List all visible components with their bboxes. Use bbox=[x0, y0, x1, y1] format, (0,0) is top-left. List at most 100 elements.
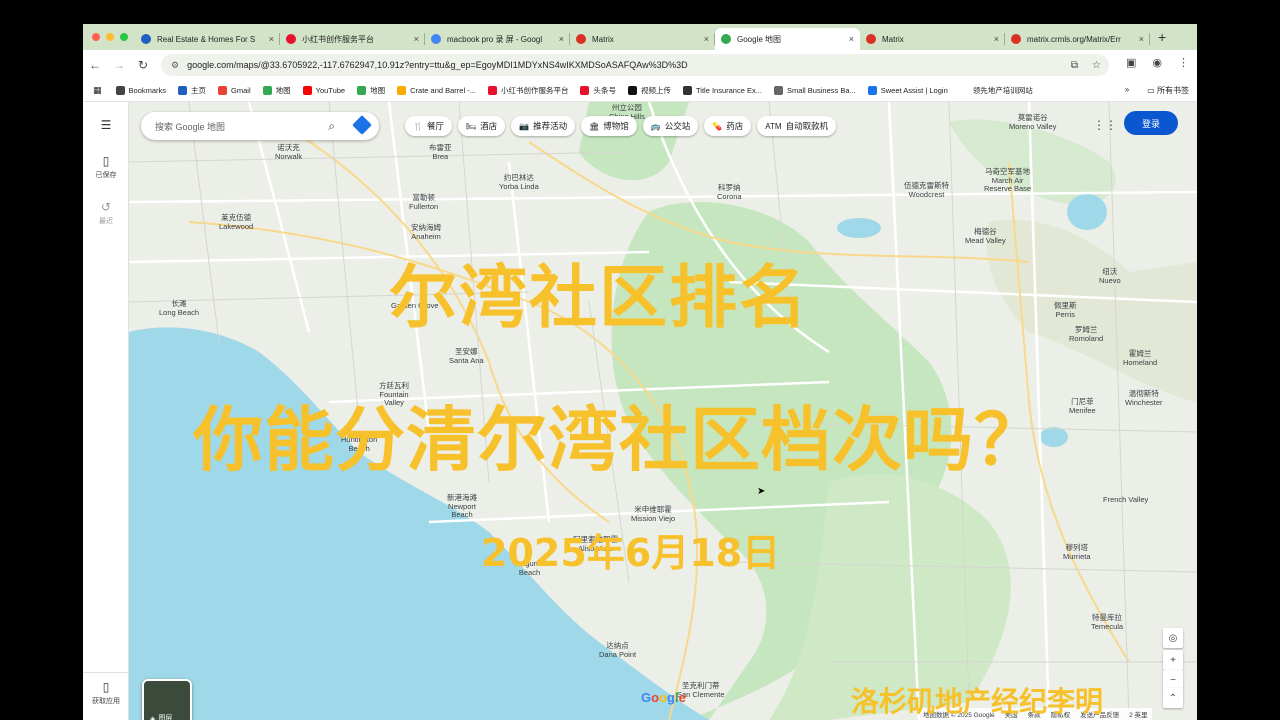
close-tab-icon[interactable]: × bbox=[559, 34, 564, 44]
minimize-window-icon[interactable] bbox=[106, 33, 114, 41]
zoom-out-button[interactable]: − bbox=[1163, 670, 1183, 690]
map-place-label[interactable]: 罗姆兰 Romoland bbox=[1069, 325, 1103, 343]
map-place-label[interactable]: 达纳点 Dana Point bbox=[599, 641, 636, 659]
bookmark-item[interactable]: YouTube bbox=[302, 85, 346, 96]
get-app-button[interactable]: ▯ 获取应用 bbox=[83, 680, 129, 706]
tab-0[interactable]: Real Estate & Homes For S × bbox=[135, 28, 280, 50]
map-place-label[interactable]: 马奇空军基地 March Air Reserve Base bbox=[984, 167, 1031, 194]
bookmark-item[interactable]: Small Business Ba... bbox=[773, 85, 856, 96]
map-canvas[interactable]: 州立公园 Chino Hills莫雷诺谷 Moreno Valley诺沃克 No… bbox=[129, 102, 1197, 720]
close-tab-icon[interactable]: × bbox=[1139, 34, 1144, 44]
chip-5[interactable]: 💊 药店 bbox=[704, 116, 752, 136]
zoom-window-icon[interactable] bbox=[120, 33, 128, 41]
google-apps-icon[interactable]: ⋮⋮ bbox=[1093, 118, 1117, 132]
install-app-icon[interactable]: ⧉ bbox=[1071, 60, 1078, 71]
search-icon[interactable]: ⌕ bbox=[328, 119, 335, 134]
all-bookmarks-folder[interactable]: ▭ 所有书签 bbox=[1147, 85, 1189, 96]
map-place-label[interactable]: 富勒顿 Fullerton bbox=[409, 193, 438, 211]
bookmark-star-icon[interactable]: ☆ bbox=[1092, 60, 1101, 71]
forward-arrow-icon[interactable]: → bbox=[107, 58, 131, 72]
bookmark-item[interactable]: 头条号 bbox=[580, 85, 616, 96]
map-place-label[interactable]: 门尼菲 Menifee bbox=[1069, 397, 1096, 415]
map-place-label[interactable]: 安纳海姆 Anaheim bbox=[411, 223, 441, 241]
map-place-label[interactable]: 布雷亚 Brea bbox=[429, 143, 452, 161]
tab-1[interactable]: 小红书创作服务平台 × bbox=[280, 28, 425, 50]
map-place-label[interactable]: 科罗纳 Corona bbox=[717, 183, 742, 201]
map-place-label[interactable]: 诺沃克 Norwalk bbox=[275, 143, 302, 161]
map-place-label[interactable]: French Valley bbox=[1103, 495, 1148, 505]
tab-title: matrix.crmls.org/Matrix/Err bbox=[1027, 34, 1121, 44]
footer-item[interactable]: 2 英里 bbox=[1129, 709, 1147, 719]
saved-button[interactable]: ▯ 已保存 bbox=[83, 154, 129, 180]
close-window-icon[interactable] bbox=[92, 33, 100, 41]
my-location-icon[interactable]: ◎ bbox=[1163, 628, 1183, 648]
bookmark-item[interactable]: 小红书创作服务平台 bbox=[487, 85, 568, 96]
chip-icon: 💊 bbox=[712, 121, 723, 131]
map-place-label[interactable]: 米申维耶霍 Mission Viejo bbox=[631, 505, 675, 523]
bookmark-item[interactable]: 地图 bbox=[262, 85, 291, 96]
zoom-in-button[interactable]: + bbox=[1163, 650, 1183, 670]
map-place-label[interactable]: 特曼库拉 Temecula bbox=[1091, 613, 1123, 631]
map-place-label[interactable]: 霍姆兰 Homeland bbox=[1123, 349, 1157, 367]
map-place-label[interactable]: 佩里斯 Perris bbox=[1054, 301, 1077, 319]
close-tab-icon[interactable]: × bbox=[414, 34, 419, 44]
tab-2[interactable]: macbook pro 录 屏 - Googl × bbox=[425, 28, 570, 50]
map-place-label[interactable]: 温彻斯特 Winchester bbox=[1125, 389, 1163, 407]
directions-icon[interactable] bbox=[352, 115, 372, 135]
map-place-label[interactable]: 穆列塔 Murrieta bbox=[1063, 543, 1091, 561]
tab-4[interactable]: Google 地图 × bbox=[715, 28, 860, 50]
expand-chevron-icon[interactable]: ⌃ bbox=[1163, 688, 1183, 708]
chip-1[interactable]: 🛏 酒店 bbox=[457, 116, 506, 136]
bookmark-item[interactable]: Gmail bbox=[218, 85, 251, 96]
map-place-label[interactable]: 圣安娜 Santa Ana bbox=[449, 347, 484, 365]
close-tab-icon[interactable]: × bbox=[704, 34, 709, 44]
menu-kebab-icon[interactable]: ⋮ bbox=[1178, 56, 1189, 69]
map-place-label[interactable]: 伍德克雷斯特 Woodcrest bbox=[904, 181, 949, 199]
close-tab-icon[interactable]: × bbox=[994, 34, 999, 44]
map-place-label[interactable]: 纽沃 Nuevo bbox=[1099, 267, 1121, 285]
map-place-label[interactable]: 莱克伍德 Lakewood bbox=[219, 213, 253, 231]
new-tab-button[interactable]: + bbox=[1158, 29, 1166, 45]
window-controls bbox=[83, 33, 135, 41]
tab-3[interactable]: Matrix × bbox=[570, 28, 715, 50]
map-place-label[interactable]: 新港海滩 Newport Beach bbox=[447, 493, 477, 520]
recent-button[interactable]: ↺ 最近 bbox=[83, 200, 129, 226]
search-input[interactable]: 搜索 Google 地图 ⌕ bbox=[141, 112, 379, 140]
bookmark-item[interactable]: 领先地产培训网站 bbox=[959, 85, 1033, 96]
reload-icon[interactable]: ↻ bbox=[131, 58, 155, 72]
extension-icon[interactable]: ▣ bbox=[1126, 56, 1136, 69]
profile-icon[interactable]: ◉ bbox=[1152, 56, 1162, 69]
bookmark-favicon-icon bbox=[218, 86, 228, 95]
tab-6[interactable]: matrix.crmls.org/Matrix/Err × bbox=[1005, 28, 1150, 50]
address-bar[interactable]: ⚙ google.com/maps/@33.6705922,-117.67629… bbox=[161, 54, 1109, 76]
back-arrow-icon[interactable]: ← bbox=[83, 58, 107, 72]
bookmark-label: YouTube bbox=[315, 86, 346, 95]
chip-0[interactable]: 🍴 餐厅 bbox=[405, 116, 452, 136]
bookmark-item[interactable]: Bookmarks bbox=[115, 85, 166, 96]
signin-button[interactable]: 登录 bbox=[1124, 111, 1178, 135]
map-place-label[interactable]: 长滩 Long Beach bbox=[159, 299, 199, 317]
map-place-label[interactable]: 莫雷诺谷 Moreno Valley bbox=[1009, 113, 1056, 131]
bookmark-item[interactable]: Sweet Assist | Login bbox=[867, 85, 948, 96]
close-tab-icon[interactable]: × bbox=[269, 34, 274, 44]
close-tab-icon[interactable]: × bbox=[849, 34, 854, 44]
chip-3[interactable]: 🏛 博物馆 bbox=[581, 116, 637, 136]
bookmark-item[interactable]: Title Insurance Ex... bbox=[682, 85, 762, 96]
bookmark-item[interactable]: 视频上传 bbox=[627, 85, 671, 96]
get-app-label: 获取应用 bbox=[92, 698, 120, 705]
chip-icon: 📷 bbox=[519, 121, 530, 131]
more-bookmarks-icon[interactable]: » bbox=[1125, 85, 1129, 96]
chip-6[interactable]: ATM 自动取款机 bbox=[757, 116, 837, 136]
bookmark-item[interactable]: 地图 bbox=[357, 85, 385, 96]
hamburger-menu-icon[interactable]: ☰ bbox=[83, 118, 129, 134]
bookmark-item[interactable]: Crate and Barrel -... bbox=[397, 85, 476, 96]
tab-5[interactable]: Matrix × bbox=[860, 28, 1005, 50]
chip-4[interactable]: 🚌 公交站 bbox=[642, 116, 699, 136]
site-info-icon[interactable]: ⚙ bbox=[171, 60, 179, 71]
bookmark-item[interactable]: 主页 bbox=[178, 85, 206, 96]
layers-button[interactable]: ◈ 图层 bbox=[142, 679, 192, 720]
apps-grid-icon[interactable]: ▦ bbox=[93, 85, 102, 96]
map-place-label[interactable]: 梅德谷 Mead Valley bbox=[965, 227, 1006, 245]
map-place-label[interactable]: 约巴林达 Yorba Linda bbox=[499, 173, 539, 191]
chip-2[interactable]: 📷 推荐活动 bbox=[511, 116, 576, 136]
